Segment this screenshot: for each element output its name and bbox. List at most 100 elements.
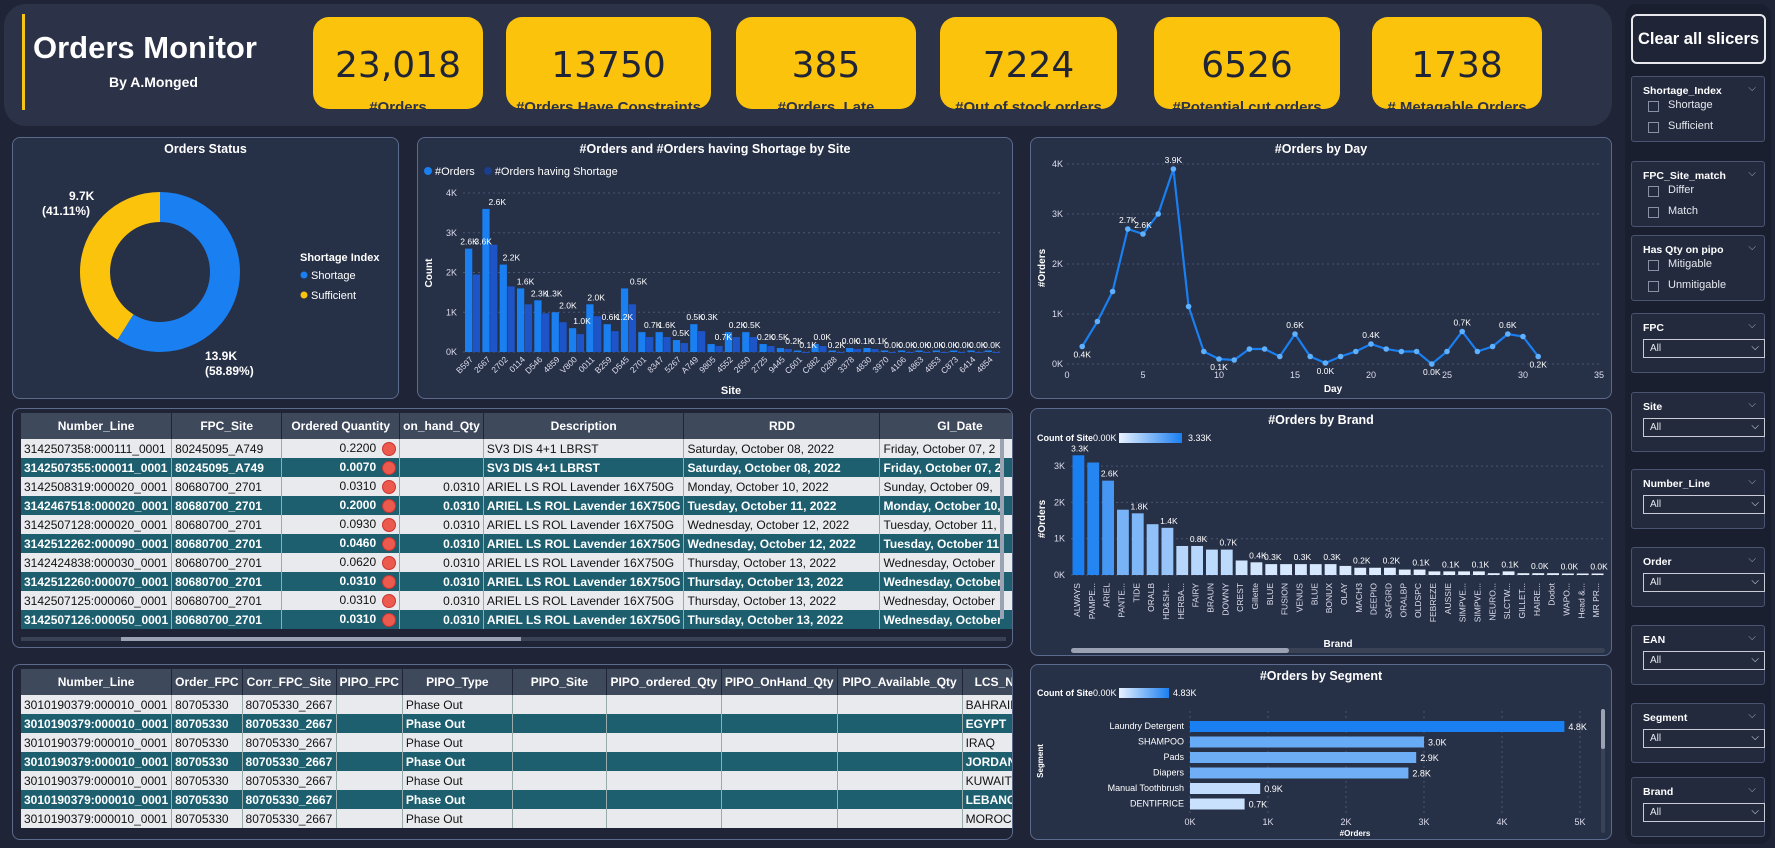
bar-orders[interactable] [672, 340, 681, 352]
table-row[interactable]: 3142507128:000020_0001 80680700_2701 0.093… [21, 515, 1012, 534]
bar-brand[interactable] [1220, 549, 1233, 575]
table-row[interactable]: 3010190379:000010_0001 80705330 80705330_2… [21, 695, 1012, 714]
data-point[interactable] [1337, 353, 1344, 360]
bar-orders-shortage[interactable] [594, 316, 602, 352]
data-point[interactable] [1489, 343, 1496, 350]
data-point[interactable] [1307, 353, 1313, 360]
bar-orders-shortage[interactable] [819, 346, 827, 352]
checkbox-label[interactable]: Sufficient [1668, 120, 1713, 132]
bar-orders[interactable] [465, 248, 473, 352]
kpi-card-metagable[interactable]: 1738 # Metagable Orders [1372, 17, 1542, 116]
bar-orders-shortage[interactable] [767, 346, 775, 352]
table-row[interactable]: 3142507355:000011_0001 80245095_A749 0.007… [21, 458, 1012, 477]
chevron-down-icon[interactable]: ⌵ [1748, 554, 1756, 565]
table-row[interactable]: 3142512262:000090_0001 80680700_2701 0.046… [21, 534, 1012, 553]
data-point[interactable] [1231, 357, 1237, 363]
bar-segment[interactable] [1190, 783, 1261, 794]
data-point[interactable] [1474, 348, 1481, 355]
bar-orders[interactable] [516, 288, 525, 352]
bar-brand[interactable] [1517, 573, 1530, 575]
dropdown-select[interactable]: All ⌵ [1643, 729, 1765, 748]
bar-brand[interactable] [1072, 455, 1085, 575]
bar-orders-shortage[interactable] [663, 337, 671, 352]
chevron-down-icon[interactable]: ⌵ [1748, 320, 1756, 331]
dropdown-select[interactable]: All ⌵ [1643, 495, 1765, 514]
bar-brand[interactable] [1384, 567, 1396, 575]
bar-orders[interactable] [586, 304, 594, 352]
data-point[interactable] [1246, 346, 1253, 352]
table-row[interactable]: 3010190379:000010_0001 80705330 80705330_2… [21, 733, 1012, 752]
bar-orders[interactable] [967, 350, 975, 353]
bar-orders[interactable] [499, 264, 507, 352]
clear-all-slicers-button[interactable]: Clear all slicers [1631, 14, 1766, 64]
data-point[interactable] [1535, 353, 1541, 360]
scrollbar-thumb[interactable] [1601, 709, 1605, 749]
column-header[interactable]: Number_Line [21, 669, 173, 695]
column-header[interactable]: GI_Date [879, 413, 1012, 439]
table-row[interactable]: 3142507358:000111_0001 80245095_A749 0.220… [21, 439, 1012, 458]
column-header[interactable]: Ordered Quantity [281, 413, 401, 439]
bar-brand[interactable] [1117, 509, 1129, 575]
bar-segment[interactable] [1190, 721, 1565, 732]
table-row[interactable]: 3010190379:000010_0001 80705330 80705330_2… [21, 752, 1012, 771]
horizontal-scrollbar[interactable] [21, 637, 1006, 641]
bar-brand[interactable] [1191, 545, 1203, 575]
bar-orders[interactable] [759, 344, 767, 352]
bar-orders-shortage[interactable] [732, 337, 740, 352]
bar-orders[interactable] [655, 332, 663, 352]
checkbox-label[interactable]: Mitigable [1668, 258, 1712, 270]
vertical-scrollbar[interactable] [1000, 439, 1004, 619]
bar-brand[interactable] [1576, 573, 1589, 576]
bar-orders[interactable] [950, 350, 958, 353]
bar-orders[interactable] [534, 300, 542, 352]
checkbox-label[interactable]: Differ [1668, 184, 1694, 196]
bar-orders-shortage[interactable] [559, 322, 567, 352]
bar-brand[interactable] [1458, 571, 1470, 575]
bar-orders[interactable] [984, 350, 992, 353]
dropdown-select[interactable]: All ⌵ [1643, 418, 1765, 437]
bar-orders[interactable] [776, 348, 785, 352]
column-header[interactable]: on_hand_Qty [399, 413, 484, 439]
data-point[interactable] [1505, 331, 1511, 337]
bar-brand[interactable] [1428, 571, 1441, 575]
bar-brand[interactable] [1250, 562, 1263, 575]
dropdown-select[interactable]: All ⌵ [1643, 573, 1765, 592]
legend-label-sufficient[interactable]: Sufficient [311, 290, 356, 302]
column-header[interactable]: LCS_Na [962, 669, 1012, 695]
column-header[interactable]: PIPO_ordered_Qty [606, 669, 722, 695]
checkbox-match[interactable] [1648, 207, 1659, 218]
data-point[interactable] [1398, 348, 1405, 355]
data-point[interactable] [1079, 343, 1085, 350]
column-header[interactable]: Description [483, 413, 685, 439]
scrollbar-thumb[interactable] [1071, 648, 1289, 653]
bar-brand[interactable] [1547, 573, 1559, 575]
bar-orders-shortage[interactable] [888, 352, 896, 353]
bar-orders-shortage[interactable] [853, 349, 862, 352]
checkbox-label[interactable]: Match [1668, 205, 1698, 217]
legend-label-shortage[interactable]: Shortage [311, 270, 356, 282]
bar-segment[interactable] [1190, 752, 1417, 763]
bar-orders[interactable] [915, 350, 923, 353]
data-point[interactable] [1109, 288, 1116, 295]
chevron-down-icon[interactable]: ⌵ [1748, 83, 1756, 94]
data-point[interactable] [1201, 348, 1207, 355]
checkbox-mitigable[interactable] [1648, 260, 1659, 271]
dropdown-select[interactable]: All ⌵ [1643, 651, 1765, 670]
bar-brand[interactable] [1324, 564, 1337, 575]
bar-orders[interactable] [482, 208, 490, 352]
kpi-card-orders-late[interactable]: 385 #Orders_Late [736, 17, 916, 116]
checkbox-sufficient[interactable] [1648, 122, 1659, 133]
bar-brand[interactable] [1473, 571, 1485, 575]
bar-orders[interactable] [568, 328, 577, 352]
scrollbar-thumb[interactable] [121, 637, 521, 641]
data-point[interactable] [1094, 318, 1101, 325]
column-header[interactable]: PIPO_Site [512, 669, 607, 695]
column-header[interactable]: Corr_FPC_Site [242, 669, 337, 695]
bar-brand[interactable] [1339, 565, 1352, 575]
kpi-card-potential-cut[interactable]: 6526 #Potential cut orders [1154, 17, 1340, 116]
bar-brand[interactable] [1398, 569, 1411, 575]
bar-brand[interactable] [1309, 564, 1322, 575]
bar-brand[interactable] [1146, 524, 1159, 575]
data-point[interactable] [1185, 303, 1192, 310]
chevron-down-icon[interactable]: ⌵ [1748, 710, 1756, 721]
